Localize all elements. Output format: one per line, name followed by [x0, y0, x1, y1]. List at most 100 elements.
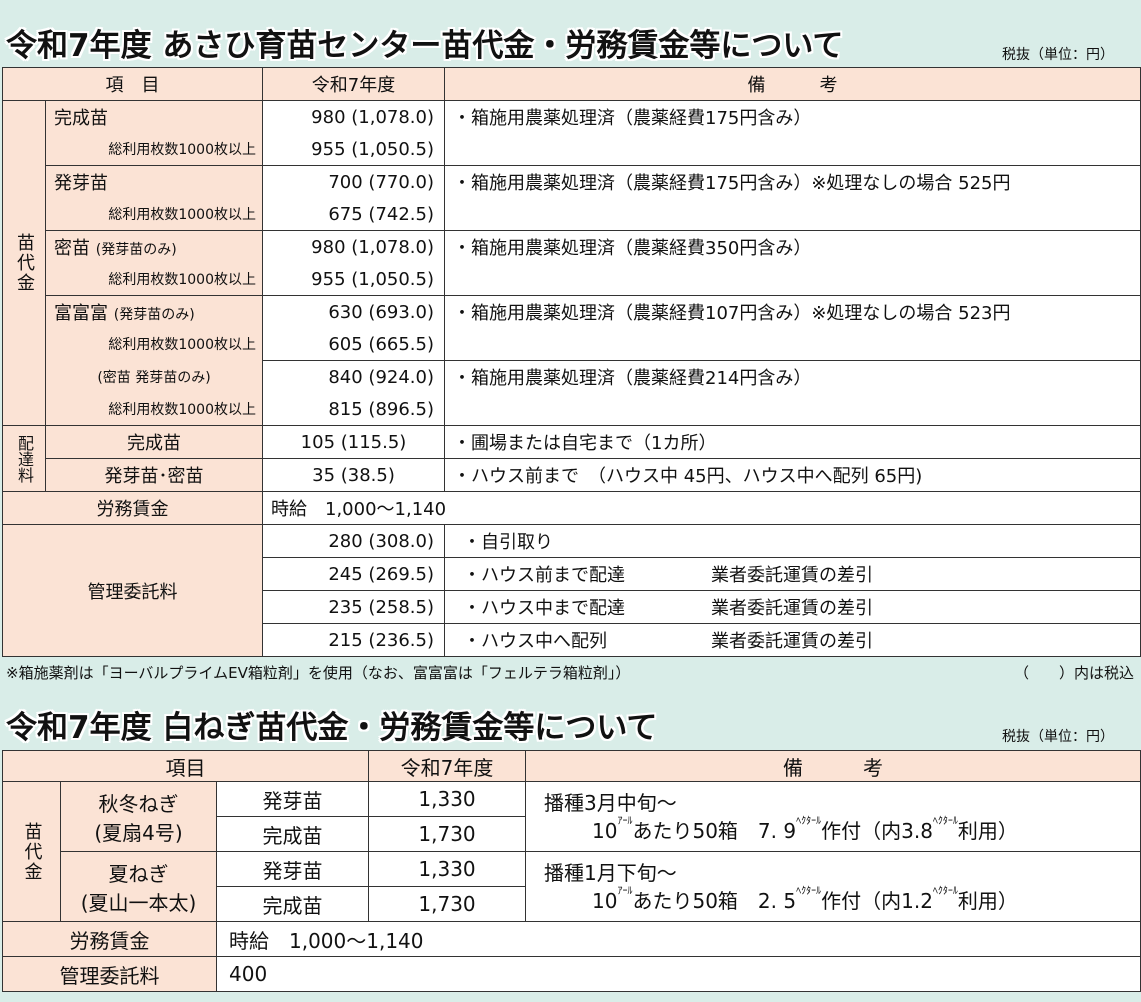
negi-group-cell: 苗代金 [2, 781, 61, 922]
fufu2-price: 840 (924.0) [262, 360, 445, 393]
natsu-variety: (夏山一本太) [80, 890, 197, 915]
fufu-label-cell: 富富富 (発芽苗のみ) [45, 295, 263, 328]
hectare-unit-2: ﾍｸﾀｰﾙ [932, 815, 958, 827]
mitsu-label-cell: 密苗 (発芽苗のみ) [45, 230, 263, 263]
fufu-label: 富富富 [54, 303, 108, 324]
akifuyu-name: 秋冬ねぎ [98, 791, 179, 816]
mgmt-label: 管理委託料 [2, 524, 263, 657]
akifuyu-note: 播種3月中旬～ 10ｱｰﾙあたり50箱 7. 9ﾍｸﾀｰﾙ作付（内3.8ﾍｸﾀｰ… [525, 781, 1141, 852]
mitsu-label-sub: (発芽苗のみ) [95, 242, 177, 258]
natsu-boxes: あたり50箱 2. 5 [632, 888, 797, 913]
fufu-sub: 総利用枚数1000枚以上 [45, 328, 263, 361]
negi-header-item: 項目 [1, 750, 370, 782]
akifuyu-kansei-price: 1,730 [368, 816, 527, 852]
akifuyu-boxes: あたり50箱 7. 9 [632, 818, 797, 843]
akifuyu-hatsuga: 発芽苗 [215, 781, 370, 817]
deliv-hatsuga-note: ・ハウス前まで （ハウス中 45円、ハウス中へ配列 65円) [444, 458, 1141, 492]
section1-title: 令和7年度 あさひ育苗センター苗代金・労務賃金等について [6, 28, 844, 64]
hatsuga-label: 発芽苗 [45, 165, 263, 198]
section2-title: 令和7年度 白ねぎ苗代金・労務賃金等について [6, 710, 658, 746]
kansei-price: 980 (1,078.0) [262, 100, 445, 133]
kansei-note: ・箱施用農薬処理済（農薬経費175円含み） [444, 100, 1141, 133]
akifuyu-area: 10 [592, 818, 618, 843]
deliv-hatsuga-price: 35 (38.5) [262, 458, 445, 492]
kansei-sub: 総利用枚数1000枚以上 [45, 133, 263, 166]
akifuyu-note-line2: 10ｱｰﾙあたり50箱 7. 9ﾍｸﾀｰﾙ作付（内3.8ﾍｸﾀｰﾙ利用） [544, 815, 1140, 845]
negi-mgmt-label: 管理委託料 [2, 956, 217, 992]
negi-header-remarks: 備 考 [525, 750, 1141, 782]
hatsuga-price-bulk: 675 (742.5) [262, 198, 445, 231]
are-unit: ｱｰﾙ [617, 885, 633, 897]
mgmt-note-4-text: ・ハウス中へ配列 [463, 631, 607, 652]
fufu-label-sub: (発芽苗のみ) [113, 307, 195, 323]
deliv-kansei-price: 105 (115.5) [262, 425, 445, 459]
mitsu-label: 密苗 [54, 238, 90, 259]
labor-label: 労務賃金 [2, 491, 263, 525]
deliv-hatsuga-label: 発芽苗･密苗 [45, 458, 263, 492]
mgmt-note-4: ・ハウス中へ配列 業者委託運賃の差引 [444, 623, 1141, 657]
natsu-area: 10 [592, 888, 618, 913]
group-nae-label: 苗代金 [14, 233, 35, 293]
mgmt-note-3: ・ハウス中まで配達 業者委託運賃の差引 [444, 590, 1141, 624]
footnote: ※箱施薬剤は「ヨーバルプライムEV箱粒剤」を使用（なお、富富富は「フェルテラ箱粒… [6, 664, 631, 682]
header-item: 項 目 [2, 67, 263, 101]
natsu-note: 播種1月下旬～ 10ｱｰﾙあたり50箱 2. 5ﾍｸﾀｰﾙ作付（内1.2ﾍｸﾀｰ… [525, 851, 1141, 922]
mitsu-sub: 総利用枚数1000枚以上 [45, 263, 263, 296]
seedling-price-table: 項 目 令和7年度 備 考 苗代金 完成苗 980 (1,078.0) ・箱施用… [2, 67, 1141, 657]
hatsuga-note: ・箱施用農薬処理済（農薬経費175円含み）※処理なしの場合 525円 [444, 165, 1141, 198]
hectare-unit-2: ﾍｸﾀｰﾙ [932, 885, 958, 897]
natsu-planted: 作付（内1.2 [821, 888, 933, 913]
kansei-label: 完成苗 [45, 100, 263, 133]
negi-price-table: 項目 令和7年度 備 考 苗代金 秋冬ねぎ (夏扇4号) 発芽苗 1,330 播種… [1, 750, 1141, 992]
are-unit: ｱｰﾙ [617, 815, 633, 827]
negi-header-year: 令和7年度 [368, 750, 527, 782]
section1-unit: 税抜（単位：円） [1002, 47, 1114, 63]
mgmt-note-2-extra: 業者委託運賃の差引 [711, 565, 873, 586]
tax-note: （ ）内は税込 [1014, 664, 1135, 682]
natsu-use: 利用） [957, 888, 1018, 913]
group-nae-cell: 苗代金 [2, 100, 46, 426]
header-remarks: 備 考 [444, 67, 1141, 101]
mgmt-note-2-text: ・ハウス前まで配達 [463, 565, 625, 586]
hectare-unit: ﾍｸﾀｰﾙ [796, 885, 822, 897]
negi-mgmt-value: 400 [215, 956, 1141, 992]
akifuyu-hatsuga-price: 1,330 [368, 781, 527, 817]
fufu-price-bulk: 605 (665.5) [262, 328, 445, 361]
mgmt-price-1: 280 (308.0) [262, 524, 445, 558]
hatsuga-sub: 総利用枚数1000枚以上 [45, 198, 263, 231]
natsu-cell: 夏ねぎ (夏山一本太) [60, 851, 217, 922]
mgmt-note-1-text: ・自引取り [463, 532, 553, 553]
fufu-note-empty [444, 328, 1141, 361]
natsu-hatsuga-price: 1,330 [368, 851, 527, 887]
mitsu-note-empty [444, 263, 1141, 296]
akifuyu-note-line1: 播種3月中旬～ [544, 790, 677, 815]
natsu-kansei: 完成苗 [215, 886, 370, 922]
mitsu-price-bulk: 955 (1,050.5) [262, 263, 445, 296]
negi-labor-value: 時給 1,000～1,140 [215, 921, 1141, 957]
hectare-unit: ﾍｸﾀｰﾙ [796, 815, 822, 827]
akifuyu-use: 利用） [957, 818, 1018, 843]
mgmt-price-4: 215 (236.5) [262, 623, 445, 657]
mitsu-note: ・箱施用農薬処理済（農薬経費350円含み） [444, 230, 1141, 263]
labor-value: 時給 1,000～1,140 [262, 491, 1141, 525]
fufu2-label: (密苗 発芽苗のみ) [45, 360, 263, 393]
natsu-note-line2: 10ｱｰﾙあたり50箱 2. 5ﾍｸﾀｰﾙ作付（内1.2ﾍｸﾀｰﾙ利用） [544, 885, 1140, 915]
negi-labor-label: 労務賃金 [2, 921, 217, 957]
mgmt-note-2: ・ハウス前まで配達 業者委託運賃の差引 [444, 557, 1141, 591]
mgmt-note-4-extra: 業者委託運賃の差引 [711, 631, 873, 652]
akifuyu-kansei: 完成苗 [215, 816, 370, 852]
kansei-note-empty [444, 133, 1141, 166]
natsu-hatsuga: 発芽苗 [215, 851, 370, 887]
hatsuga-note-empty [444, 198, 1141, 231]
deliv-kansei-label: 完成苗 [45, 425, 263, 459]
akifuyu-variety: (夏扇4号) [94, 820, 183, 845]
kansei-price-bulk: 955 (1,050.5) [262, 133, 445, 166]
deliv-kansei-note: ・圃場または自宅まで（1カ所） [444, 425, 1141, 459]
header-year: 令和7年度 [262, 67, 445, 101]
natsu-kansei-price: 1,730 [368, 886, 527, 922]
natsu-note-line1: 播種1月下旬～ [544, 860, 677, 885]
fufu2-price-bulk: 815 (896.5) [262, 393, 445, 426]
mgmt-price-3: 235 (258.5) [262, 590, 445, 624]
section2-unit: 税抜（単位：円） [1002, 729, 1114, 745]
fufu2-note-empty [444, 393, 1141, 426]
